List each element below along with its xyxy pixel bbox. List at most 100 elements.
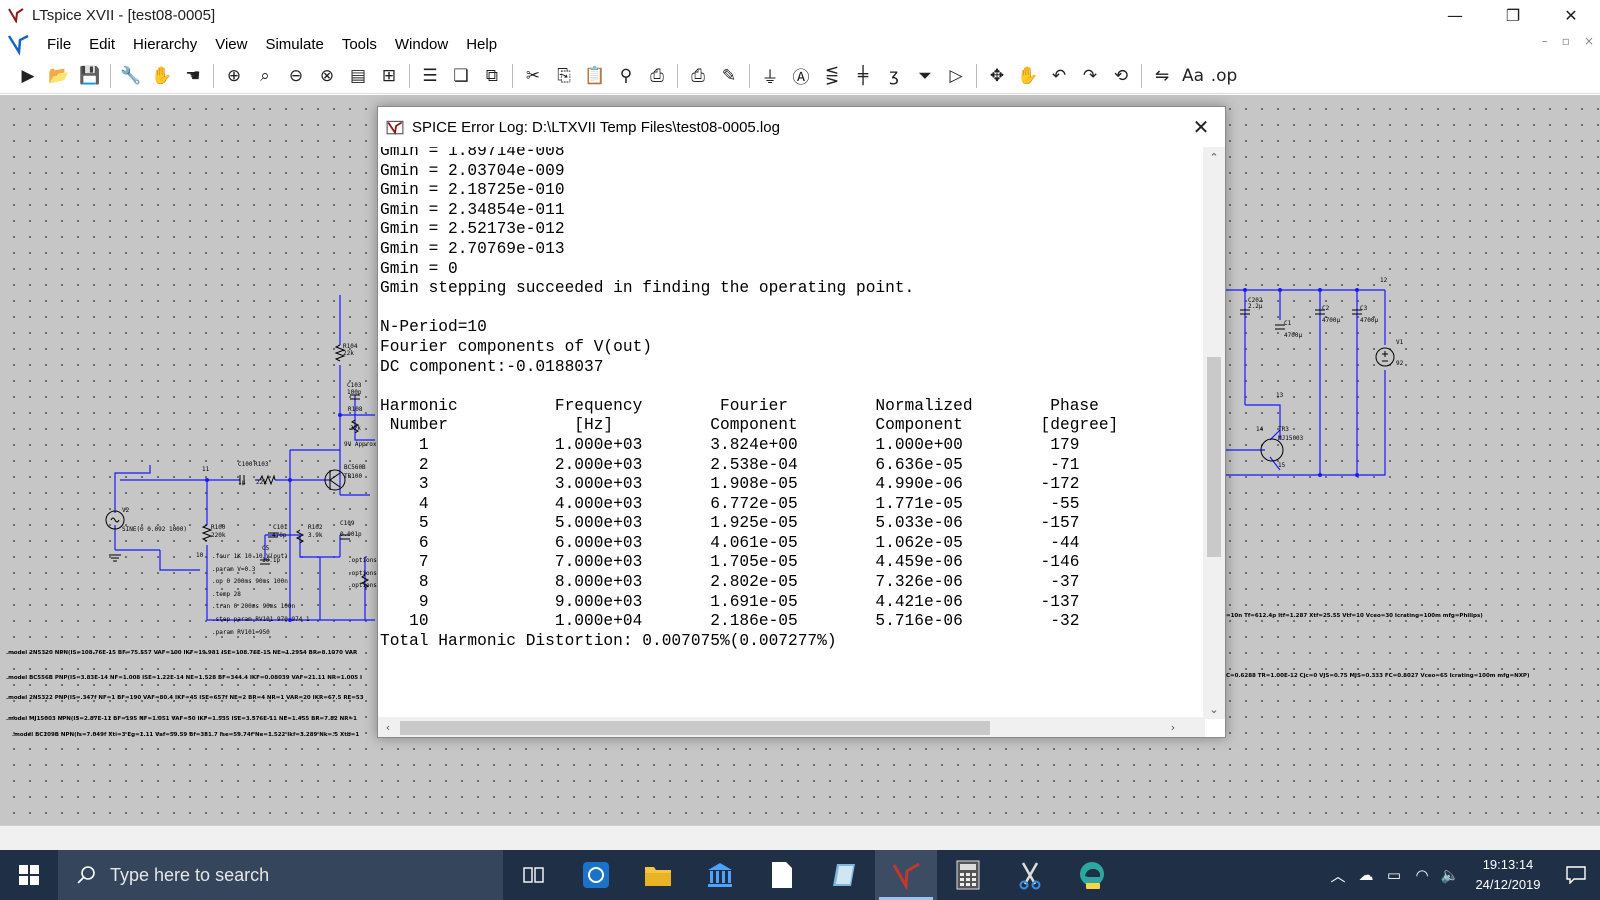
label-c101-value[interactable]: 470p (272, 532, 286, 539)
taskbar-clock[interactable]: 19:13:14 24/12/2019 (1464, 855, 1552, 895)
label-v1-value[interactable]: 92 (1396, 360, 1403, 367)
label-sine[interactable]: SINE(0 0.092 1000) (122, 526, 187, 533)
mirror-icon[interactable]: ⇋ (1148, 62, 1176, 90)
control-panel-icon[interactable]: 🔧 (117, 62, 145, 90)
label-c1[interactable]: C1 (1284, 320, 1291, 327)
directive-step[interactable]: .step param RV101 970 974 1 (212, 614, 310, 627)
taskbar-app-explorer[interactable] (627, 850, 689, 900)
menu-file[interactable]: File (38, 36, 80, 53)
label-v2[interactable]: V2 (122, 507, 129, 514)
scroll-left-icon[interactable]: ‹ (378, 717, 398, 737)
grid-icon[interactable]: ⊞ (375, 62, 403, 90)
wire-icon[interactable]: ✎ (715, 62, 743, 90)
vertical-scroll-thumb[interactable] (1207, 357, 1221, 557)
zoom-fit-icon[interactable]: ⊗ (313, 62, 341, 90)
label-r104[interactable]: R104 (343, 343, 357, 350)
component-icon[interactable]: ▷ (942, 62, 970, 90)
start-button[interactable] (0, 850, 58, 900)
directive-temp[interactable]: .temp 28 (212, 589, 310, 602)
taskbar-app-calculator[interactable] (937, 850, 999, 900)
zoom-out-icon[interactable]: ⊖ (282, 62, 310, 90)
directive-op[interactable]: .op 0 200ms 90ms 100n (212, 576, 310, 589)
directive-options[interactable]: .options (348, 568, 377, 581)
label-r108[interactable]: R108 (348, 406, 362, 413)
menu-view[interactable]: View (206, 36, 256, 53)
taskbar-app-edge-dev[interactable] (1061, 850, 1123, 900)
label-c103-value[interactable]: 100p (347, 389, 361, 396)
menu-simulate[interactable]: Simulate (256, 36, 332, 53)
save-icon[interactable]: 💾 (76, 62, 104, 90)
spice-directives[interactable]: .four 1K 10 10 V(out) .param V=0.3 .op 0… (212, 551, 310, 639)
model-2n5322[interactable]: .model 2N5322 PNP(IS=.347f NF=1 BF=190 V… (6, 695, 364, 701)
model-bc556b[interactable]: .model BC556B PNP(IS=3.83E-14 NF=1.008 I… (6, 675, 362, 681)
label-r103-value[interactable]: 22k (256, 479, 267, 486)
run-icon[interactable]: ▶ (14, 62, 42, 90)
mdi-minimize-button[interactable]: – (1542, 34, 1548, 48)
label-v1[interactable]: V1 (1396, 339, 1403, 346)
label-r102[interactable]: R102 (308, 524, 322, 531)
undo-icon[interactable]: ↶ (1045, 62, 1073, 90)
model-tail-nxp[interactable]: C=0.6288 TR=1.00E-12 Cjc=0 VJS=0.75 MJS=… (1226, 673, 1529, 679)
restore-button[interactable]: ❐ (1484, 0, 1542, 30)
zoom-pan-icon[interactable]: ⌕ (251, 62, 279, 90)
label-c103[interactable]: C103 (347, 382, 361, 389)
task-view-button[interactable] (503, 850, 565, 900)
directive-param-v[interactable]: .param V=0.3 (212, 564, 310, 577)
capacitor-icon[interactable]: ╪ (849, 62, 877, 90)
scroll-up-icon[interactable]: ⌃ (1203, 147, 1225, 167)
action-center-button[interactable] (1552, 850, 1600, 900)
taskbar-search-box[interactable]: Type here to search (58, 850, 503, 900)
label-node-11[interactable]: 11 (202, 466, 209, 473)
label-c109[interactable]: C109 (340, 520, 354, 527)
text-icon[interactable]: Aa (1179, 62, 1207, 90)
scroll-right-icon[interactable]: › (1163, 717, 1183, 737)
cut-icon[interactable]: ✂ (519, 62, 547, 90)
directive-param-rv101[interactable]: .param RV101=950 (212, 627, 310, 640)
onedrive-icon[interactable]: ☁ (1352, 850, 1380, 900)
inductor-icon[interactable]: ʒ (880, 62, 908, 90)
menu-tools[interactable]: Tools (333, 36, 386, 53)
print-preview-icon[interactable]: ⎙ (684, 62, 712, 90)
volume-icon[interactable]: 🔈 (1436, 850, 1464, 900)
label-c3-value[interactable]: 4700µ (1360, 317, 1378, 324)
halt-icon[interactable]: ✋ (148, 62, 176, 90)
taskbar-app-notes[interactable] (813, 850, 875, 900)
horizontal-scroll-thumb[interactable] (400, 721, 990, 735)
label-r104-value[interactable]: 22k (343, 350, 354, 357)
open-icon[interactable]: 📂 (45, 62, 73, 90)
model-tail-philips[interactable]: =10n Tf=612.4p Itf=1.287 Xtf=25.55 Vtf=1… (1226, 613, 1483, 619)
label-net-icon[interactable]: Ⓐ (787, 62, 815, 90)
label-node-12[interactable]: 12 (1380, 277, 1387, 284)
mdi-restore-button[interactable]: ▫ (1562, 34, 1570, 48)
mdi-close-button[interactable]: × (1584, 34, 1594, 48)
menu-edit[interactable]: Edit (80, 36, 124, 53)
label-tr100[interactable]: TR100 (344, 473, 362, 480)
menu-hierarchy[interactable]: Hierarchy (124, 36, 206, 53)
label-mj15003[interactable]: MJ15003 (1278, 435, 1303, 442)
battery-icon[interactable]: ▭ (1380, 850, 1408, 900)
label-node-13[interactable]: 13 (1276, 392, 1283, 399)
close-button[interactable]: ✕ (1542, 0, 1600, 30)
horizontal-scrollbar[interactable]: ‹ › (378, 717, 1205, 737)
log-text-area[interactable]: Gmin = 1.89714e-008 Gmin = 2.03704e-009 Gm… (380, 147, 1202, 719)
spice-options[interactable]: .options .options .options (348, 555, 377, 593)
label-bc560b[interactable]: BC560B (344, 464, 366, 471)
label-tr3[interactable]: TR3 (1278, 426, 1289, 433)
diode-icon[interactable]: ⏷ (911, 62, 939, 90)
resistor-icon[interactable]: ⋚ (818, 62, 846, 90)
label-r100[interactable]: R100 (211, 524, 225, 531)
label-r100-value[interactable]: 220k (211, 532, 225, 539)
vertical-scrollbar[interactable]: ⌃ ⌄ (1203, 147, 1225, 719)
directive-tran[interactable]: .tran 0 200ms 90ms 100n (212, 601, 310, 614)
label-r108-value[interactable]: 22k (350, 425, 361, 432)
minimize-button[interactable]: — (1426, 0, 1484, 30)
label-c2-value[interactable]: 4700µ (1322, 317, 1340, 324)
tile-horizontal-icon[interactable]: ☰ (416, 62, 444, 90)
autorange-icon[interactable]: ▤ (344, 62, 372, 90)
directive-options[interactable]: .options (348, 580, 377, 593)
ground-icon[interactable]: ⏚ (756, 62, 784, 90)
print-icon[interactable]: ⎙ (643, 62, 671, 90)
rotate-icon[interactable]: ⟲ (1107, 62, 1135, 90)
scroll-down-icon[interactable]: ⌄ (1203, 699, 1225, 719)
directive-four[interactable]: .four 1K 10 10 V(out) (212, 551, 310, 564)
